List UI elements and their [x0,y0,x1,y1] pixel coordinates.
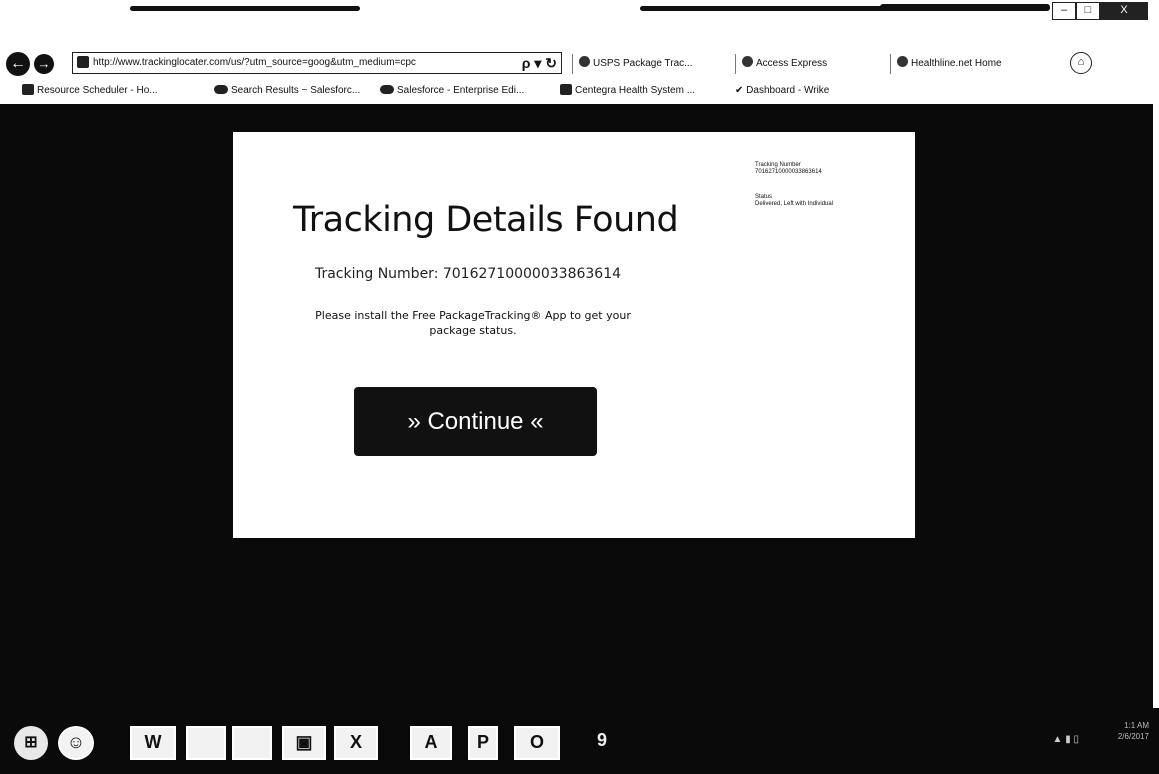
tab-favicon-icon [897,56,908,67]
install-app-prompt: Please install the Free PackageTracking®… [315,309,631,337]
taskbar-app-excel[interactable]: X [334,726,378,760]
tab-usps[interactable]: USPS Package Trac... [572,54,693,74]
taskbar-app-outlook[interactable] [232,726,272,760]
tab-healthline[interactable]: Healthline.net Home [890,54,1002,74]
favorite-label: Search Results ~ Salesforc... [231,85,361,96]
favorite-resource-scheduler[interactable]: Resource Scheduler - Ho... [22,80,158,102]
continue-button[interactable]: » Continue « [354,387,597,456]
taskbar-app-ie[interactable]: ☺ [58,726,94,760]
favorite-search-results[interactable]: Search Results ~ Salesforc... [214,80,360,102]
favorite-label: Resource Scheduler - Ho... [37,85,158,96]
page-icon [77,56,89,68]
taskbar-app-access[interactable]: A [410,726,452,760]
taskbar-app-onenote[interactable]: O [514,726,560,760]
salesforce-cloud-icon [380,85,394,94]
tab-access-express[interactable]: Access Express [735,54,827,74]
taskbar: ⊞ ☺ W ▣ X A P O 9 ▲ ▮ ▯ 1:1 AM 2/6/2017 [0,708,1159,774]
favorite-salesforce[interactable]: Salesforce - Enterprise Edi... [380,80,524,102]
mini-tracking-label: Tracking Number [755,162,801,168]
minimize-button[interactable]: – [1052,2,1076,20]
favorite-label: Centegra Health System ... [575,85,696,96]
title-smudge [640,6,900,11]
system-clock[interactable]: 1:1 AM 2/6/2017 [1118,720,1149,742]
home-icon[interactable]: ⌂ [1070,52,1092,74]
system-tray-icons[interactable]: ▲ ▮ ▯ [1053,734,1079,745]
taskbar-app-explorer[interactable] [186,726,226,760]
mini-status-value: Delivered, Left with Individual [755,201,834,207]
taskbar-app-word[interactable]: W [130,726,176,760]
clock-date: 2/6/2017 [1117,732,1149,741]
mini-status-block: Status Delivered, Left with Individual [755,194,905,208]
taskbar-app-lync[interactable]: ▣ [282,726,326,760]
mini-tracking-value: 70162710000033863614 [755,169,822,175]
favorite-dashboard-wrike[interactable]: ✔ Dashboard - Wrike [735,80,829,102]
address-bar[interactable]: http://www.trackinglocater.com/us/?utm_s… [72,52,562,74]
search-refresh-icons[interactable]: ρ ▾ ↻ [522,53,557,73]
title-smudge [130,6,360,11]
tab-label: Access Express [756,58,828,69]
title-smudge [880,4,1050,11]
clock-time: 1:1 AM [1124,721,1149,730]
favorite-label: Dashboard - Wrike [746,85,830,96]
tracking-card: Tracking Number 70162710000033863614 Sta… [233,132,915,538]
salesforce-cloud-icon [214,85,228,94]
forward-button[interactable]: → [34,54,54,74]
tab-favicon-icon [579,56,590,67]
maximize-button[interactable]: □ [1076,2,1100,20]
tab-label: Healthline.net Home [911,58,1002,69]
scrollbar[interactable] [1153,104,1159,708]
page-title: Tracking Details Found [293,200,679,240]
window-titlebar: – □ X [0,0,1159,40]
taskbar-app-publisher[interactable]: P [468,726,498,760]
favorite-icon [22,84,34,95]
back-button[interactable]: ← [6,52,30,76]
favorite-icon [560,84,572,95]
address-text: http://www.trackinglocater.com/us/?utm_s… [93,57,416,68]
taskbar-app-other[interactable]: 9 [588,726,616,760]
favorite-label: Salesforce - Enterprise Edi... [397,85,525,96]
checkmark-icon: ✔ [735,85,747,96]
mini-status-label: Status [755,194,773,200]
favorite-centegra[interactable]: Centegra Health System ... [560,80,695,102]
favorites-bar: Resource Scheduler - Ho... Search Result… [0,80,1159,102]
tab-favicon-icon [742,56,753,67]
page-content: Tracking Number 70162710000033863614 Sta… [0,104,1159,708]
navigation-bar: ← → http://www.trackinglocater.com/us/?u… [0,42,1159,78]
close-button[interactable]: X [1100,2,1148,20]
tracking-number-text: Tracking Number: 70162710000033863614 [314,266,622,282]
windows-start-icon[interactable]: ⊞ [14,726,48,760]
tab-label: USPS Package Trac... [593,58,693,69]
mini-tracking-block: Tracking Number 70162710000033863614 [755,162,905,176]
